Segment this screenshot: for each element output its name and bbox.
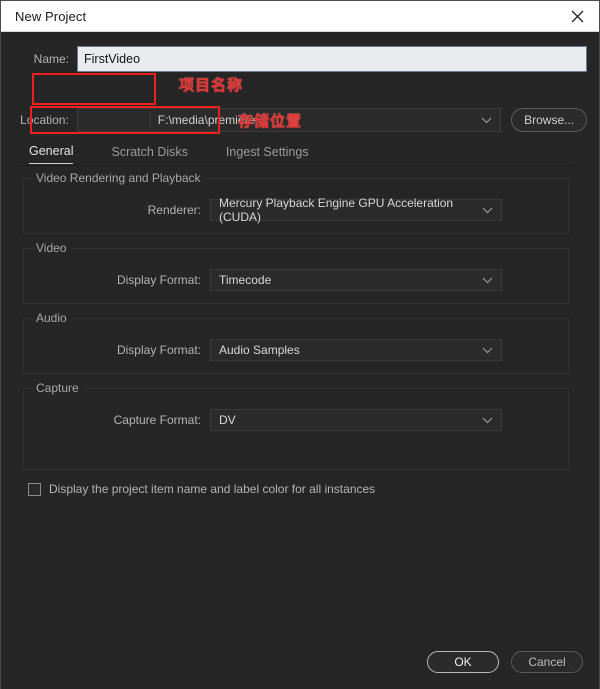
title-bar: New Project bbox=[1, 1, 599, 32]
group-title-capture: Capture bbox=[34, 381, 85, 395]
dialog-footer: OK Cancel bbox=[427, 651, 583, 673]
name-row: Name: bbox=[15, 46, 587, 72]
tab-ingest-settings[interactable]: Ingest Settings bbox=[226, 145, 309, 164]
capture-format-dropdown[interactable]: DV bbox=[210, 409, 502, 431]
capture-format-label: Capture Format: bbox=[113, 413, 201, 427]
video-display-format-dropdown[interactable]: Timecode bbox=[210, 269, 502, 291]
video-display-format-row: Display Format: Timecode bbox=[24, 269, 568, 291]
chevron-down-icon bbox=[482, 343, 493, 357]
close-icon[interactable] bbox=[555, 1, 599, 31]
new-project-dialog: New Project Name: Location: F:\media\pre… bbox=[0, 0, 600, 689]
group-video-rendering: Video Rendering and Playback Renderer: M… bbox=[23, 171, 569, 234]
location-label: Location: bbox=[20, 113, 69, 127]
display-project-item-name-checkbox-row[interactable]: Display the project item name and label … bbox=[28, 482, 375, 496]
annotation-text-name: 项目名称 bbox=[179, 77, 244, 94]
renderer-dropdown[interactable]: Mercury Playback Engine GPU Acceleration… bbox=[210, 196, 502, 224]
audio-display-format-label: Display Format: bbox=[116, 343, 201, 357]
annotation-box-name bbox=[32, 73, 156, 105]
group-capture: Capture Capture Format: DV bbox=[23, 381, 569, 470]
chevron-down-icon bbox=[482, 203, 493, 217]
audio-display-format-dropdown[interactable]: Audio Samples bbox=[210, 339, 502, 361]
group-audio: Audio Display Format: Audio Samples bbox=[23, 311, 569, 374]
location-divider bbox=[149, 112, 151, 128]
project-name-input[interactable] bbox=[77, 46, 587, 72]
cancel-button[interactable]: Cancel bbox=[511, 651, 583, 673]
browse-button[interactable]: Browse... bbox=[511, 108, 587, 132]
name-label: Name: bbox=[33, 52, 69, 66]
capture-format-row: Capture Format: DV bbox=[24, 409, 568, 431]
chevron-down-icon bbox=[482, 413, 493, 427]
audio-display-format-row: Display Format: Audio Samples bbox=[24, 339, 568, 361]
renderer-label: Renderer: bbox=[147, 203, 201, 217]
display-project-item-name-label: Display the project item name and label … bbox=[49, 482, 376, 496]
capture-format-value: DV bbox=[219, 413, 236, 427]
dialog-body: Name: Location: F:\media\premiere Browse… bbox=[1, 32, 599, 689]
window-title: New Project bbox=[15, 8, 87, 24]
renderer-row: Renderer: Mercury Playback Engine GPU Ac… bbox=[24, 196, 568, 224]
group-title-video: Video bbox=[34, 241, 73, 255]
display-project-item-name-checkbox[interactable] bbox=[28, 482, 41, 496]
location-dropdown[interactable]: F:\media\premiere bbox=[76, 108, 502, 132]
audio-display-format-value: Audio Samples bbox=[219, 343, 300, 357]
chevron-down-icon bbox=[481, 113, 492, 127]
group-title-audio: Audio bbox=[34, 311, 73, 325]
location-value: F:\media\premiere bbox=[157, 113, 256, 127]
video-display-format-label: Display Format: bbox=[116, 273, 201, 287]
group-video: Video Display Format: Timecode bbox=[23, 241, 569, 304]
tab-rule bbox=[15, 165, 573, 166]
video-display-format-value: Timecode bbox=[219, 273, 272, 287]
chevron-down-icon bbox=[482, 273, 493, 287]
tab-bar: General Scratch Disks Ingest Settings bbox=[29, 144, 309, 164]
location-row: Location: F:\media\premiere Browse... bbox=[15, 108, 587, 132]
ok-button[interactable]: OK bbox=[427, 651, 499, 673]
tab-scratch-disks[interactable]: Scratch Disks bbox=[111, 145, 187, 164]
renderer-value: Mercury Playback Engine GPU Acceleration… bbox=[219, 196, 454, 224]
tab-general[interactable]: General bbox=[29, 144, 74, 164]
group-title-video-rendering: Video Rendering and Playback bbox=[34, 171, 207, 185]
